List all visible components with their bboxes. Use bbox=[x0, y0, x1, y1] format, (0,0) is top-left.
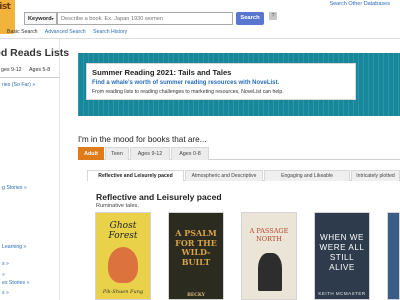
tab-advanced-search[interactable]: Advanced Search bbox=[45, 29, 86, 35]
search-button[interactable]: Search bbox=[236, 12, 264, 25]
book-cover[interactable]: A PASSAGE NORTH bbox=[241, 212, 297, 300]
help-icon[interactable]: ? bbox=[269, 12, 277, 20]
sidebar: ed Reads Lists ges 9-12 Ages 5-8 ries (S… bbox=[0, 39, 69, 300]
tab-ages-0-8[interactable]: Ages 0-8 bbox=[171, 147, 209, 160]
sidebar-tab-ages-9-12[interactable]: ges 9-12 bbox=[1, 67, 22, 73]
sidebar-link[interactable]: s » bbox=[2, 261, 9, 267]
book-cover-title: A PSALM FOR THE WILD-BUILT bbox=[175, 228, 217, 267]
tab-basic-search[interactable]: Basic Search bbox=[7, 29, 38, 35]
appeal-theme-tabs: Reflective and Leisurely paced Atmospher… bbox=[87, 170, 400, 181]
book-cover[interactable] bbox=[387, 212, 400, 300]
tab-intricately-plotted[interactable]: Intricately plotted bbox=[351, 170, 400, 181]
header-divider bbox=[0, 38, 400, 39]
sidebar-link[interactable]: s » bbox=[2, 290, 9, 296]
tab-adult[interactable]: Adult bbox=[78, 147, 104, 160]
logo-text: List bbox=[0, 2, 11, 12]
book-cover-title: Ghost Forest bbox=[108, 221, 138, 241]
tab-reflective-leisurely[interactable]: Reflective and Leisurely paced bbox=[87, 170, 184, 181]
sidebar-link[interactable]: » bbox=[2, 272, 5, 278]
book-cover-author: Pik-Shuen Fung bbox=[102, 289, 144, 295]
search-input[interactable] bbox=[57, 12, 233, 25]
banner-content-box: Summer Reading 2021: Tails and Tales Fin… bbox=[86, 63, 356, 100]
book-cover-author: KEITH MCMASTER bbox=[318, 291, 366, 296]
theme-section-subtitle: Ruminative tales. bbox=[96, 203, 139, 209]
theme-section-title: Reflective and Leisurely paced bbox=[96, 192, 222, 202]
search-field-select[interactable]: Keyword▾ bbox=[24, 12, 57, 25]
summer-reading-banner[interactable]: Summer Reading 2021: Tails and Tales Fin… bbox=[78, 53, 400, 116]
book-cover-title: A PASSAGE NORTH bbox=[249, 227, 289, 243]
cover-illustration bbox=[258, 253, 282, 291]
tab-atmospheric-descriptive[interactable]: Atmospheric and Descriptive bbox=[185, 170, 263, 181]
chevron-down-icon: ▾ bbox=[51, 16, 54, 21]
search-mode-tabs: Basic Search Advanced Search Search Hist… bbox=[7, 29, 133, 35]
book-cover[interactable]: A PSALM FOR THE WILD-BUILT BECKY CHAMBER… bbox=[168, 212, 224, 300]
sidebar-link[interactable]: Learning » bbox=[2, 244, 27, 250]
sidebar-link[interactable]: ries (So Far) » bbox=[2, 82, 35, 88]
banner-subtitle-link[interactable]: Find a whale’s worth of summer reading r… bbox=[92, 80, 350, 86]
sidebar-link[interactable]: es Stories » bbox=[2, 280, 29, 286]
tab-ages-9-12[interactable]: Ages 9-12 bbox=[130, 147, 170, 160]
sidebar-link[interactable]: g Stories » bbox=[2, 185, 27, 191]
tab-engaging-likeable[interactable]: Engaging and Likeable bbox=[264, 170, 350, 181]
mood-section-title: I'm in the mood for books that are... bbox=[78, 135, 207, 144]
cover-illustration bbox=[108, 247, 138, 283]
sidebar-tab-ages-5-8[interactable]: Ages 5-8 bbox=[29, 67, 50, 73]
banner-description: From reading lists to reading challenges… bbox=[92, 89, 284, 95]
banner-title: Summer Reading 2021: Tails and Tales bbox=[92, 68, 232, 77]
search-other-databases-link[interactable]: Search Other Databases bbox=[329, 1, 390, 7]
sidebar-tab-divider bbox=[0, 77, 60, 78]
book-cover-title: WHEN WE WERE ALL STILL ALIVE bbox=[319, 233, 365, 272]
sidebar-title: ed Reads Lists bbox=[0, 47, 70, 59]
book-cover[interactable]: Ghost Forest Pik-Shuen Fung bbox=[95, 212, 151, 300]
book-cover[interactable]: WHEN WE WERE ALL STILL ALIVE KEITH MCMAS… bbox=[314, 212, 370, 300]
book-cover-author: BECKY CHAMBERS bbox=[187, 293, 205, 298]
search-field-label: Keyword bbox=[28, 16, 52, 22]
tab-search-history[interactable]: Search History bbox=[93, 29, 127, 35]
audience-tabs: Adult Teen Ages 9-12 Ages 0-8 bbox=[78, 147, 400, 160]
tab-teen[interactable]: Teen bbox=[105, 147, 129, 160]
